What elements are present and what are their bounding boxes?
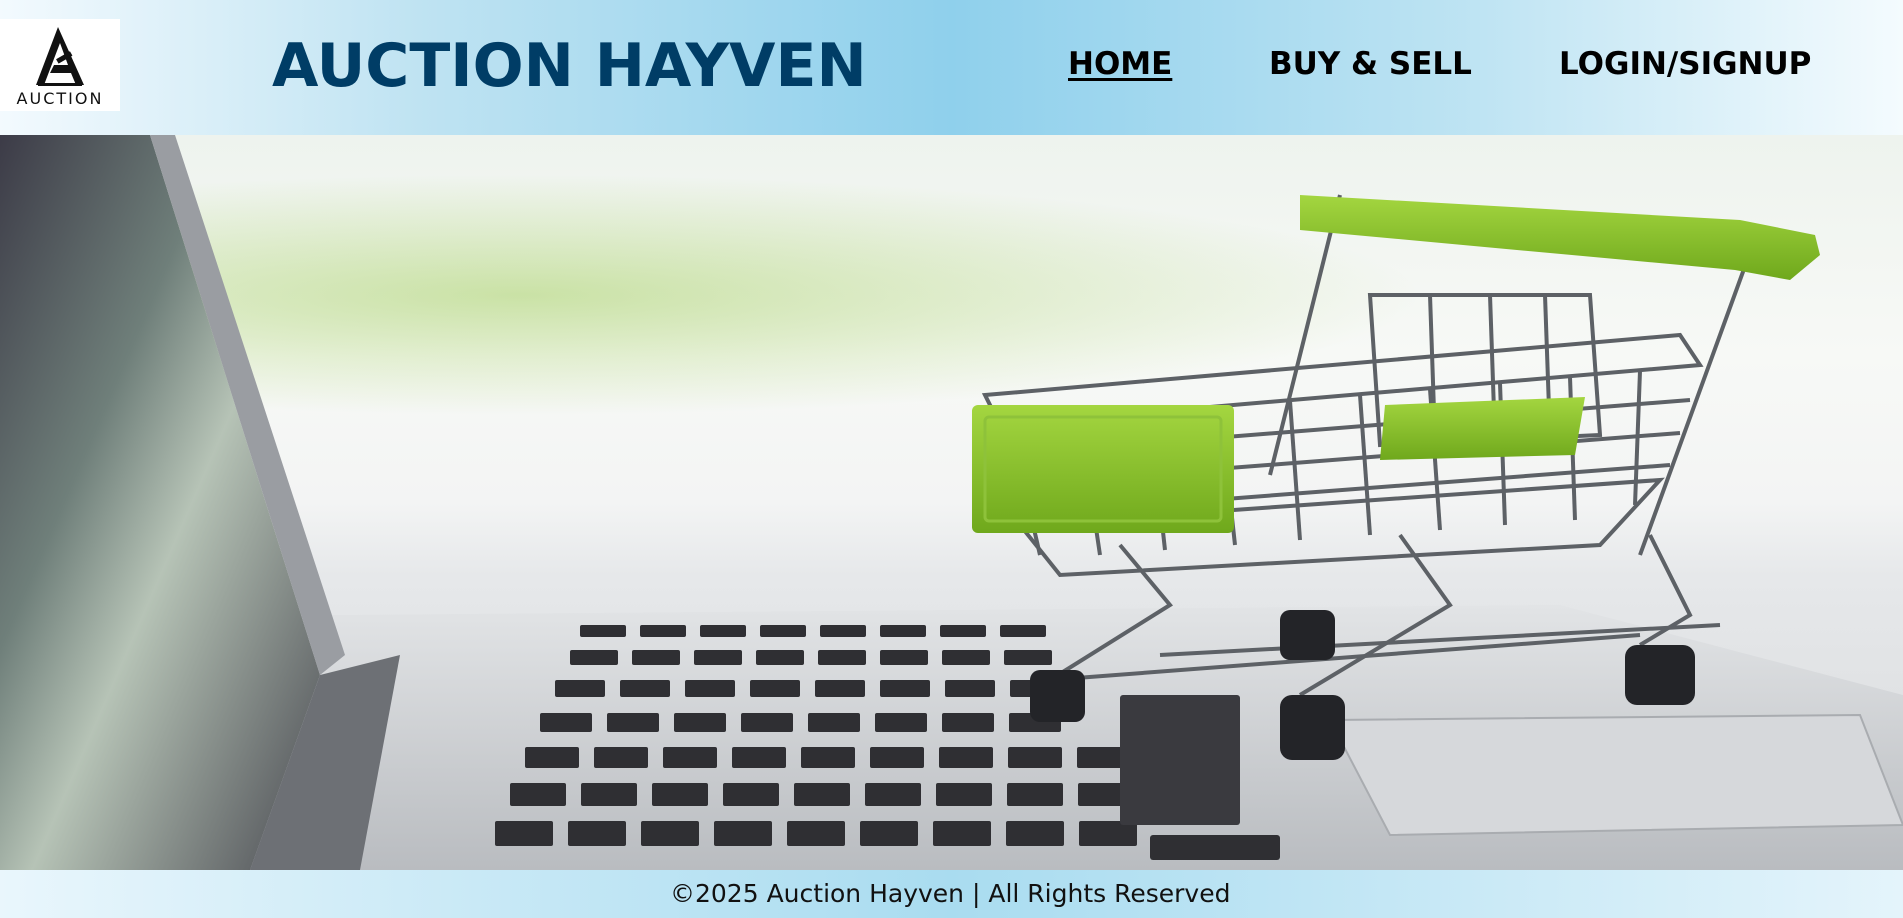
site-title: AUCTION HAYVEN	[272, 31, 867, 101]
logo-text: AUCTION	[16, 89, 104, 108]
gavel-a-icon	[36, 27, 84, 86]
site-footer: ©2025 Auction Hayven | All Rights Reserv…	[0, 870, 1903, 918]
site-logo[interactable]: AUCTION	[0, 19, 120, 111]
copyright-text: ©2025 Auction Hayven | All Rights Reserv…	[670, 879, 1231, 908]
nav-buy-sell[interactable]: BUY & SELL	[1269, 44, 1472, 84]
nav-home[interactable]: HOME	[1068, 44, 1172, 84]
shopping-cart-laptop-illustration	[0, 135, 1903, 870]
site-header: AUCTION AUCTION HAYVEN HOME BUY & SELL L…	[0, 0, 1903, 135]
nav-login-signup[interactable]: LOGIN/SIGNUP	[1559, 44, 1811, 84]
hero-image	[0, 135, 1903, 870]
